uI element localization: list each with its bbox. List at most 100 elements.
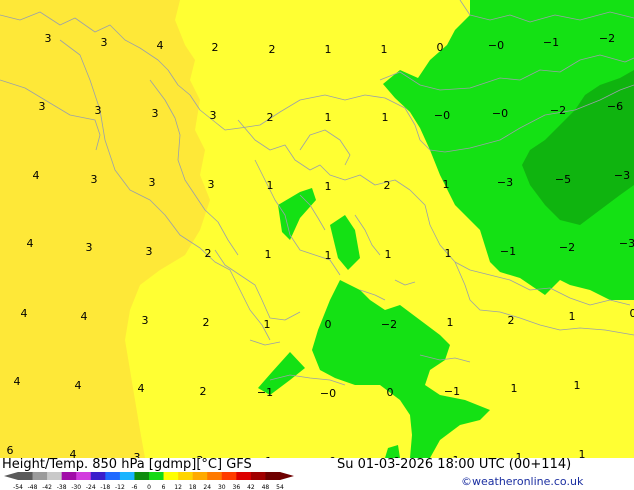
colorbar-label: 42 (247, 484, 255, 490)
temp-value-label: 1 (265, 248, 272, 261)
colorbar-cell (32, 472, 48, 480)
colorbar-label: -6 (131, 484, 137, 490)
colorbar-cell (265, 472, 281, 480)
colorbar-cell (236, 472, 252, 480)
temp-value-label: 2 (269, 43, 276, 56)
colorbar-arrow-right (280, 472, 294, 480)
colorbar-label: 36 (233, 484, 241, 490)
temp-value-label: −1 (500, 245, 516, 258)
temp-value-label: 1 (325, 43, 332, 56)
colorbar-label: 12 (174, 484, 182, 490)
colorbar-label: -24 (86, 484, 96, 490)
colorbar-labels: -54 -48 -42 -38 -30 -24 -18 -12 -6 0 6 12 18 24 30 36 42… (13, 484, 284, 490)
temp-value-label: 3 (149, 176, 156, 189)
temp-value-label: 1 (382, 111, 389, 124)
colorbar-label: 0 (147, 484, 151, 490)
temp-value-label: 1 (325, 180, 332, 193)
temp-value-label: −1 (543, 36, 559, 49)
colorbar-label: -30 (71, 484, 81, 490)
colorbar-label: 24 (203, 484, 211, 490)
colorbar-cell (163, 472, 179, 480)
temp-value-label: 1 (325, 249, 332, 262)
temp-value-label: 4 (14, 375, 21, 388)
colorbar-cell (105, 472, 121, 480)
temp-value-label: −2 (550, 104, 566, 117)
temp-value-label: 1 (381, 43, 388, 56)
temp-value-label: 2 (384, 179, 391, 192)
weather-map: 3 3 4 2 2 1 1 0 −0 −1 −2 3 3 3 3 2 1 1 −0 −0 −2 −6 4 3 3 3 1 1 2 1 −3 −… (0, 0, 634, 458)
temp-value-label: 0 (630, 307, 634, 320)
temp-value-label: −2 (559, 241, 575, 254)
temp-value-label: 3 (210, 109, 217, 122)
colorbar-cell (192, 472, 208, 480)
colorbar-cell (47, 472, 62, 480)
temp-value-label: −1 (444, 385, 460, 398)
temp-value-label: −3 (619, 237, 634, 250)
temp-value-label: −2 (599, 32, 615, 45)
temp-value-label: −5 (555, 173, 571, 186)
temp-value-label: 2 (212, 41, 219, 54)
colorbar-label: 6 (162, 484, 166, 490)
temp-value-label: 4 (75, 379, 82, 392)
temp-value-label: 3 (91, 173, 98, 186)
temp-value-label: 0 (325, 318, 332, 331)
colorbar-label: -48 (28, 484, 38, 490)
temp-value-label: 6 (7, 444, 14, 457)
colorbar-cell (250, 472, 266, 480)
colorbar-arrow-left (4, 472, 18, 480)
temp-value-label: −3 (497, 176, 513, 189)
map-title: Height/Temp. 850 hPa [gdmp][°C] GFS (2, 457, 252, 472)
temp-value-label: 1 (443, 178, 450, 191)
temp-value-label: 4 (81, 310, 88, 323)
temp-value-label: 3 (95, 104, 102, 117)
temp-value-label: 4 (33, 169, 40, 182)
colorbar-label: -54 (13, 484, 23, 490)
temp-value-label: 1 (511, 382, 518, 395)
temp-value-label: 3 (152, 107, 159, 120)
temp-value-label: 1 (445, 247, 452, 260)
temp-value-label: 1 (267, 179, 274, 192)
colorbar-cell (119, 472, 135, 480)
temp-value-label: 2 (200, 385, 207, 398)
colorbar-label: 18 (189, 484, 197, 490)
temp-value-label: 1 (447, 316, 454, 329)
temp-value-label: 4 (21, 307, 28, 320)
temp-value-label: 3 (39, 100, 46, 113)
temp-value-label: 3 (142, 314, 149, 327)
colorbar-label: 30 (218, 484, 226, 490)
temp-value-label: 0 (387, 386, 394, 399)
temp-value-label: −3 (614, 169, 630, 182)
colorbar-cell (178, 472, 193, 480)
temp-value-label: 3 (101, 36, 108, 49)
temp-value-label: 3 (45, 32, 52, 45)
temp-value-label: 1 (385, 248, 392, 261)
colorbar-cell (221, 472, 237, 480)
temp-value-label: 4 (27, 237, 34, 250)
colorbar-cell (18, 472, 33, 480)
temp-value-label: −0 (434, 109, 450, 122)
temp-value-label: 2 (267, 111, 274, 124)
temp-value-label: 1 (264, 318, 271, 331)
colorbar-label: -12 (115, 484, 125, 490)
temp-value-label: 3 (208, 178, 215, 191)
temp-value-label: 2 (508, 314, 515, 327)
colorbar-label: -42 (42, 484, 52, 490)
temp-value-label: 3 (146, 245, 153, 258)
colorbar-cell (61, 472, 77, 480)
temp-value-label: 4 (157, 39, 164, 52)
temp-value-label: 1 (325, 111, 332, 124)
colorbar-cell (134, 472, 150, 480)
credit-link[interactable]: ©weatheronline.co.uk (461, 475, 583, 489)
temp-value-label: −1 (257, 386, 273, 399)
valid-time: Su 01-03-2026 18:00 UTC (00+114) (337, 457, 572, 472)
temp-value-label: −2 (381, 318, 397, 331)
colorbar-cell (149, 472, 164, 480)
temp-value-label: 0 (437, 41, 444, 54)
temp-value-label: 1 (579, 448, 586, 458)
colorbar: -54 -48 -42 -38 -30 -24 -18 -12 -6 0 6 12 18 24 30 36 42… (4, 472, 294, 490)
colorbar-label: 48 (262, 484, 270, 490)
temp-value-label: −0 (320, 387, 336, 400)
colorbar-label: 54 (276, 484, 284, 490)
colorbar-cells (4, 472, 294, 480)
temp-value-label: −0 (492, 107, 508, 120)
